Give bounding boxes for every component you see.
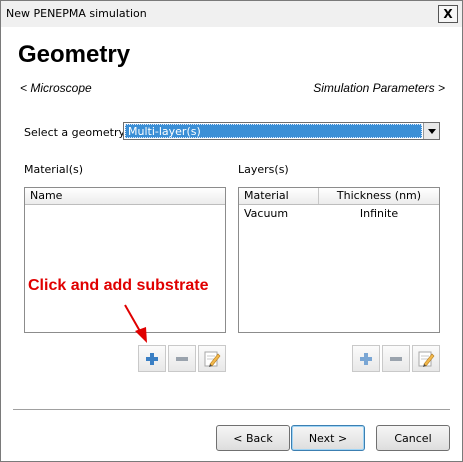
- next-page-link[interactable]: Simulation Parameters >: [313, 81, 445, 95]
- wizard-content: Geometry < Microscope Simulation Paramet…: [1, 27, 462, 461]
- window-title: New PENEPMA simulation: [6, 7, 147, 20]
- add-material-button[interactable]: [138, 345, 166, 372]
- materials-header: Name: [25, 188, 225, 205]
- cancel-button[interactable]: Cancel: [376, 425, 450, 451]
- back-page-link[interactable]: < Microscope: [20, 81, 92, 95]
- layer-thickness-cell: Infinite: [359, 207, 399, 220]
- edit-material-button[interactable]: [198, 345, 226, 372]
- materials-label: Material(s): [24, 163, 84, 176]
- layers-column-material[interactable]: Material: [239, 188, 319, 204]
- close-button[interactable]: X: [438, 5, 458, 23]
- footer-separator: [13, 409, 450, 411]
- materials-column-name[interactable]: Name: [25, 188, 225, 204]
- next-button[interactable]: Next >: [291, 425, 365, 451]
- plus-icon: [360, 352, 372, 365]
- back-button[interactable]: < Back: [216, 425, 290, 451]
- geometry-label: Select a geometry: [24, 126, 125, 139]
- title-bar: New PENEPMA simulation X: [1, 1, 462, 27]
- add-layer-button[interactable]: [352, 345, 380, 372]
- layer-material-cell: Vacuum: [244, 207, 289, 220]
- dropdown-arrow-icon[interactable]: [423, 123, 439, 139]
- close-icon: X: [443, 7, 453, 21]
- remove-material-button[interactable]: [168, 345, 196, 372]
- layers-column-thickness[interactable]: Thickness (nm): [319, 188, 439, 204]
- layers-label: Layers(s): [238, 163, 289, 176]
- minus-icon: [390, 356, 402, 361]
- wizard-window: New PENEPMA simulation X Geometry < Micr…: [0, 0, 463, 462]
- geometry-select[interactable]: Multi-layer(s): [123, 122, 440, 140]
- layers-table[interactable]: Material Thickness (nm) Vacuum Infinite: [238, 187, 440, 333]
- annotation-arrow-icon: [124, 304, 147, 343]
- edit-layer-button[interactable]: [412, 345, 440, 372]
- minus-icon: [176, 356, 188, 361]
- edit-icon: [204, 351, 221, 367]
- remove-layer-button[interactable]: [382, 345, 410, 372]
- edit-icon: [418, 351, 435, 367]
- table-row[interactable]: Vacuum Infinite: [239, 206, 439, 222]
- annotation-text: Click and add substrate: [28, 277, 209, 294]
- plus-icon: [146, 352, 158, 365]
- geometry-selected-value: Multi-layer(s): [125, 124, 422, 138]
- page-title: Geometry: [18, 41, 131, 68]
- layers-header: Material Thickness (nm): [239, 188, 439, 205]
